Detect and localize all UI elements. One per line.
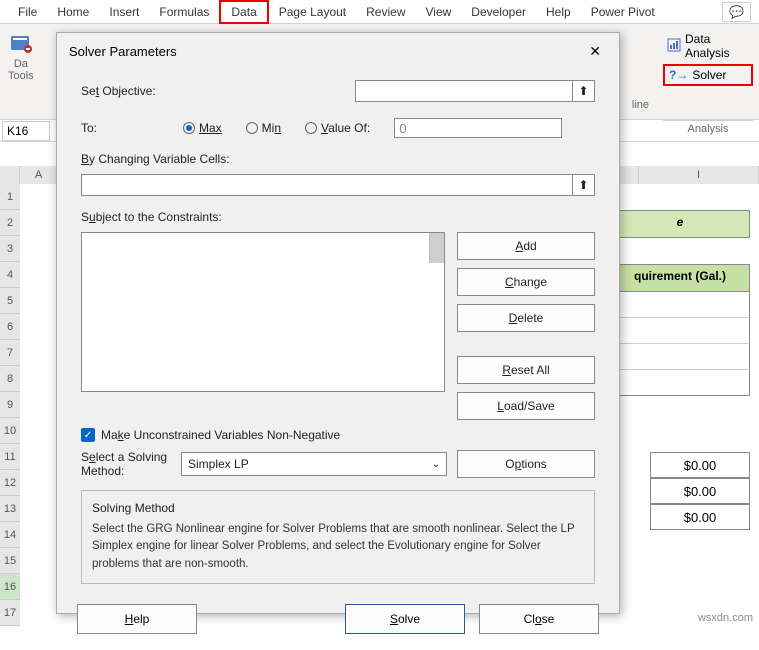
value-of-input[interactable] (394, 118, 562, 138)
row-header-selected[interactable]: 16 (0, 574, 20, 600)
min-radio[interactable]: Min (246, 121, 281, 135)
row-header[interactable]: 14 (0, 522, 20, 548)
tab-home[interactable]: Home (47, 2, 99, 22)
analysis-group-label: Analysis (663, 120, 753, 135)
changing-cells-label: By Changing Variable Cells: (81, 152, 595, 166)
delete-button[interactable]: Delete (457, 304, 595, 332)
nonneg-label: Make Unconstrained Variables Non-Negativ… (101, 428, 340, 442)
options-button[interactable]: Options (457, 450, 595, 478)
solving-method-description: Solving Method Select the GRG Nonlinear … (81, 490, 595, 584)
nonneg-checkbox-row[interactable]: ✓ Make Unconstrained Variables Non-Negat… (81, 428, 595, 442)
row-header[interactable]: 12 (0, 470, 20, 496)
row-header[interactable]: 8 (0, 366, 20, 392)
table-cell[interactable] (610, 344, 750, 370)
row-header[interactable]: 11 (0, 444, 20, 470)
data-tools-group[interactable]: Da Tools (8, 32, 34, 82)
row-header[interactable]: 13 (0, 496, 20, 522)
desc-title: Solving Method (92, 501, 584, 515)
set-objective-field[interactable] (356, 82, 572, 100)
money-cell[interactable]: $0.00 (650, 452, 750, 478)
watermark: wsxdn.com (698, 612, 753, 624)
table-cell[interactable] (610, 370, 750, 396)
reset-all-button[interactable]: Reset All (457, 356, 595, 384)
help-button[interactable]: Help (77, 604, 197, 634)
to-label: To: (81, 121, 159, 135)
tab-help[interactable]: Help (536, 2, 581, 22)
outline-label: line (632, 99, 649, 111)
solver-parameters-dialog: Solver Parameters ✕ Set Objective: ⬆ To:… (56, 32, 620, 614)
analysis-group: Data Analysis ?→ Solver Analysis (663, 30, 753, 135)
row-header[interactable]: 5 (0, 288, 20, 314)
solving-method-select[interactable]: Simplex LP ⌄ (181, 452, 447, 476)
data-analysis-label: Data Analysis (685, 32, 749, 60)
col-header-i[interactable]: I (639, 166, 759, 184)
load-save-button[interactable]: Load/Save (457, 392, 595, 420)
changing-cells-input[interactable]: ⬆ (81, 174, 595, 196)
add-button[interactable]: Add (457, 232, 595, 260)
table-title-cell[interactable]: e (610, 210, 750, 238)
change-button[interactable]: Change (457, 268, 595, 296)
tab-page-layout[interactable]: Page Layout (269, 2, 356, 22)
dialog-title: Solver Parameters (69, 44, 177, 59)
set-objective-label: Set Objective: (81, 84, 159, 98)
checkbox-checked-icon[interactable]: ✓ (81, 428, 95, 442)
solver-icon: ?→ (669, 68, 688, 82)
range-picker-icon[interactable]: ⬆ (572, 81, 594, 101)
select-method-label: Select a SolvingMethod: (81, 450, 171, 478)
tab-file[interactable]: File (8, 2, 47, 22)
dialog-titlebar[interactable]: Solver Parameters ✕ (57, 33, 619, 70)
solve-button[interactable]: Solve (345, 604, 465, 634)
table-cell[interactable] (610, 318, 750, 344)
constraints-listbox[interactable] (81, 232, 445, 392)
changing-cells-field[interactable] (82, 175, 572, 195)
row-header[interactable]: 6 (0, 314, 20, 340)
table-header-cell[interactable]: quirement (Gal.) (610, 264, 750, 292)
tab-view[interactable]: View (416, 2, 462, 22)
partial-table: e quirement (Gal.) (610, 184, 750, 396)
col-header-a[interactable]: A (20, 166, 58, 184)
desc-text: Select the GRG Nonlinear engine for Solv… (92, 521, 584, 573)
table-cell[interactable] (610, 292, 750, 318)
tab-data[interactable]: Data (219, 0, 268, 24)
money-column: $0.00 $0.00 $0.00 (650, 452, 750, 530)
row-header[interactable]: 10 (0, 418, 20, 444)
tab-formulas[interactable]: Formulas (149, 2, 219, 22)
row-header[interactable]: 2 (0, 210, 20, 236)
tab-insert[interactable]: Insert (99, 2, 149, 22)
money-cell[interactable]: $0.00 (650, 478, 750, 504)
close-icon[interactable]: ✕ (583, 41, 607, 62)
money-cell[interactable]: $0.00 (650, 504, 750, 530)
max-radio[interactable]: Max (183, 121, 222, 135)
close-button[interactable]: Close (479, 604, 599, 634)
tab-power-pivot[interactable]: Power Pivot (581, 2, 665, 22)
ribbon-tabs: File Home Insert Formulas Data Page Layo… (0, 0, 759, 24)
constraints-label: Subject to the Constraints: (81, 210, 595, 224)
comments-icon[interactable]: 💬 (722, 2, 751, 22)
data-tools-icon (9, 32, 33, 56)
solver-button[interactable]: ?→ Solver (663, 64, 753, 86)
range-picker-icon[interactable]: ⬆ (572, 175, 594, 195)
data-analysis-icon (667, 38, 681, 55)
row-header[interactable]: 4 (0, 262, 20, 288)
row-header[interactable]: 1 (0, 184, 20, 210)
name-box[interactable] (2, 121, 50, 141)
row-header[interactable]: 17 (0, 600, 20, 626)
solving-method-value: Simplex LP (188, 457, 249, 471)
tab-developer[interactable]: Developer (461, 2, 536, 22)
chevron-down-icon: ⌄ (432, 459, 440, 470)
scrollbar-thumb[interactable] (429, 233, 444, 263)
row-header[interactable]: 9 (0, 392, 20, 418)
tab-review[interactable]: Review (356, 2, 415, 22)
data-analysis-button[interactable]: Data Analysis (663, 30, 753, 62)
solver-label: Solver (692, 68, 726, 82)
dialog-footer: Help Solve Close (57, 594, 619, 650)
row-headers: 1 2 3 4 5 6 7 8 9 10 11 12 13 14 15 16 1… (0, 184, 20, 626)
row-header[interactable]: 7 (0, 340, 20, 366)
row-header[interactable]: 3 (0, 236, 20, 262)
set-objective-input[interactable]: ⬆ (355, 80, 595, 102)
data-tools-label-1: Da (14, 58, 28, 70)
row-header[interactable]: 15 (0, 548, 20, 574)
data-tools-label-2: Tools (8, 70, 34, 82)
value-of-radio[interactable]: Value Of: (305, 121, 370, 135)
